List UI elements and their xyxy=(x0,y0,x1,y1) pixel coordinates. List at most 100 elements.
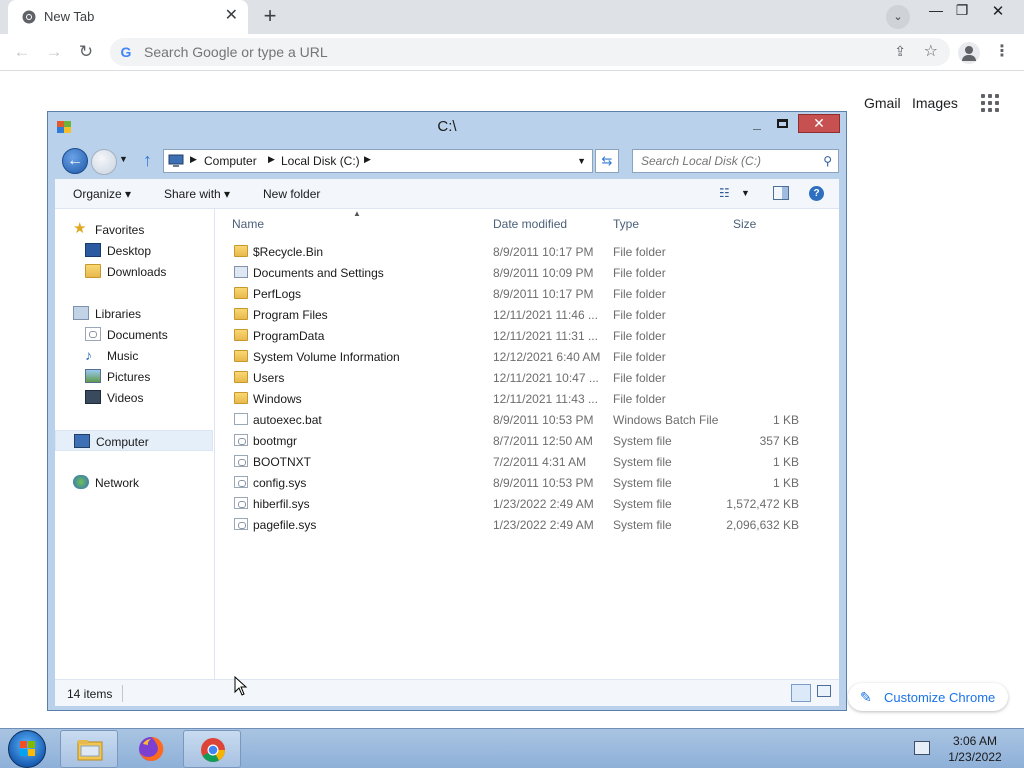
column-header-date-modified[interactable]: Date modified xyxy=(493,217,567,231)
omnibox[interactable]: G ⇪ ☆ xyxy=(110,38,950,66)
new-tab-button[interactable]: + xyxy=(258,5,282,29)
share-with-menu[interactable]: Share with ▾ xyxy=(164,187,230,201)
tab-title: New Tab xyxy=(44,9,95,24)
forward-button[interactable]: → xyxy=(43,42,65,64)
preview-pane-icon[interactable] xyxy=(773,186,789,200)
nav-item-videos[interactable]: Videos xyxy=(55,387,213,408)
back-button[interactable]: ← xyxy=(11,42,33,64)
tab-close-icon[interactable]: ✕ xyxy=(225,8,238,24)
explorer-forward-button[interactable] xyxy=(91,149,117,175)
restore-window-button[interactable]: ❐ xyxy=(947,2,977,22)
file-list-row[interactable]: $Recycle.Bin 8/9/2011 10:17 PM File folder xyxy=(231,241,821,262)
clock-time[interactable]: 3:06 AM xyxy=(940,734,1010,748)
system-file-icon xyxy=(234,497,248,509)
column-header-size[interactable]: Size xyxy=(733,217,756,231)
nav-item-downloads[interactable]: Downloads xyxy=(55,261,213,282)
gmail-link[interactable]: Gmail xyxy=(864,95,901,111)
bookmark-star-icon[interactable]: ☆ xyxy=(924,41,938,61)
file-type: File folder xyxy=(613,371,666,385)
file-name: bootmgr xyxy=(253,434,298,448)
breadcrumb-arrow-icon[interactable]: ▶ xyxy=(190,154,197,165)
taskbar-chrome-button[interactable] xyxy=(183,730,241,768)
nav-item-computer[interactable]: Computer xyxy=(55,430,213,451)
explorer-close-button[interactable]: ✕ xyxy=(798,114,840,133)
chrome-menu-icon[interactable]: ⋮ xyxy=(994,43,1010,63)
search-icon[interactable]: ⚲ xyxy=(823,154,832,168)
explorer-maximize-button[interactable] xyxy=(770,116,794,134)
file-list-row[interactable]: config.sys 8/9/2011 10:53 PM System file 1 … xyxy=(231,472,821,493)
recent-pages-dropdown-icon[interactable]: ▼ xyxy=(119,154,128,164)
large-icons-view-icon[interactable] xyxy=(817,685,831,697)
column-header-type[interactable]: Type xyxy=(613,217,639,231)
view-options-dropdown-icon[interactable]: ▼ xyxy=(741,188,750,198)
up-one-level-button[interactable]: ↑ xyxy=(143,150,161,170)
column-header-name[interactable]: Name xyxy=(232,217,264,231)
file-list-row[interactable]: PerfLogs 8/9/2011 10:17 PM File folder xyxy=(231,283,821,304)
file-list-row[interactable]: Users 12/11/2021 10:47 ... File folder xyxy=(231,367,821,388)
file-list-row[interactable]: Documents and Settings 8/9/2011 10:09 PM F… xyxy=(231,262,821,283)
nav-item-desktop[interactable]: Desktop xyxy=(55,240,213,261)
refresh-icon[interactable]: ⇆ xyxy=(595,149,619,173)
breadcrumb-arrow-icon[interactable]: ▶ xyxy=(268,154,275,165)
explorer-address-bar[interactable]: ▶ Computer ▶ Local Disk (C:) ▶ ▼ xyxy=(163,149,593,173)
tab-new-tab[interactable]: New Tab ✕ xyxy=(8,0,248,34)
explorer-titlebar[interactable]: C:\ _ ✕ xyxy=(48,112,846,142)
breadcrumb-local-disk[interactable]: Local Disk (C:) xyxy=(281,154,360,168)
change-view-icon[interactable]: ☷ xyxy=(719,186,730,200)
nav-item-favorites[interactable]: ★ Favorites xyxy=(55,219,213,240)
explorer-search-box[interactable]: ⚲ xyxy=(632,149,839,173)
file-name: config.sys xyxy=(253,476,307,490)
start-button[interactable] xyxy=(8,730,46,768)
file-type: System file xyxy=(613,497,672,511)
nav-item-pictures[interactable]: Pictures xyxy=(55,366,213,387)
help-icon[interactable]: ? xyxy=(809,186,824,201)
file-size: 1 KB xyxy=(772,455,799,469)
system-file-icon xyxy=(234,518,248,530)
taskbar-explorer-button[interactable] xyxy=(60,730,118,768)
address-dropdown-icon[interactable]: ▼ xyxy=(577,156,586,166)
system-file-icon xyxy=(234,434,248,446)
explorer-search-input[interactable] xyxy=(639,153,809,169)
file-list-row[interactable]: autoexec.bat 8/9/2011 10:53 PM Windows Bat… xyxy=(231,409,821,430)
address-bar-input[interactable] xyxy=(142,42,842,62)
nav-item-network[interactable]: Network xyxy=(55,472,213,493)
customize-chrome-button[interactable]: ✎ Customize Chrome xyxy=(848,683,1008,711)
star-icon: ★ xyxy=(73,220,87,237)
file-date-modified: 12/11/2021 11:46 ... xyxy=(493,308,598,322)
file-name: ProgramData xyxy=(253,329,325,343)
file-list-row[interactable]: Program Files 12/11/2021 11:46 ... File fo… xyxy=(231,304,821,325)
file-date-modified: 12/11/2021 11:43 ... xyxy=(493,392,598,406)
new-folder-button[interactable]: New folder xyxy=(263,187,320,201)
tab-search-button[interactable]: ⌄ xyxy=(886,5,910,29)
google-apps-icon[interactable] xyxy=(981,94,999,112)
nav-item-libraries[interactable]: Libraries xyxy=(55,303,213,324)
explorer-back-button[interactable]: ← xyxy=(62,148,88,174)
libraries-icon xyxy=(73,306,89,320)
explorer-minimize-button[interactable]: _ xyxy=(745,116,769,134)
nav-item-documents[interactable]: Documents xyxy=(55,324,213,345)
status-bar: 14 items xyxy=(55,679,839,706)
close-window-button[interactable]: ✕ xyxy=(983,2,1013,22)
reload-button[interactable]: ↻ xyxy=(75,42,97,64)
nav-item-music[interactable]: ♪ Music xyxy=(55,345,213,366)
file-list-row[interactable]: ProgramData 12/11/2021 11:31 ... File fold… xyxy=(231,325,821,346)
clock-date[interactable]: 1/23/2022 xyxy=(940,750,1010,764)
file-list-row[interactable]: Windows 12/11/2021 11:43 ... File folder xyxy=(231,388,821,409)
file-list-row[interactable]: hiberfil.sys 1/23/2022 2:49 AM System file… xyxy=(231,493,821,514)
network-tray-icon[interactable] xyxy=(914,741,930,755)
breadcrumb-computer[interactable]: Computer xyxy=(204,154,257,168)
organize-menu[interactable]: Organize ▾ xyxy=(73,187,131,201)
file-date-modified: 12/12/2021 6:40 AM xyxy=(493,350,601,364)
taskbar-firefox-button[interactable] xyxy=(122,730,180,768)
file-list-row[interactable]: bootmgr 8/7/2011 12:50 AM System file 357 K… xyxy=(231,430,821,451)
file-list-row[interactable]: pagefile.sys 1/23/2022 2:49 AM System file… xyxy=(231,514,821,535)
images-link[interactable]: Images xyxy=(912,95,958,111)
file-list-row[interactable]: System Volume Information 12/12/2021 6:40… xyxy=(231,346,821,367)
breadcrumb-arrow-icon[interactable]: ▶ xyxy=(364,154,371,165)
nav-label: Computer xyxy=(96,435,149,449)
details-view-icon[interactable] xyxy=(791,684,811,702)
file-list-row[interactable]: BOOTNXT 7/2/2011 4:31 AM System file 1 KB xyxy=(231,451,821,472)
file-date-modified: 1/23/2022 2:49 AM xyxy=(493,518,594,532)
profile-avatar-button[interactable] xyxy=(958,42,980,64)
share-icon[interactable]: ⇪ xyxy=(894,43,906,60)
